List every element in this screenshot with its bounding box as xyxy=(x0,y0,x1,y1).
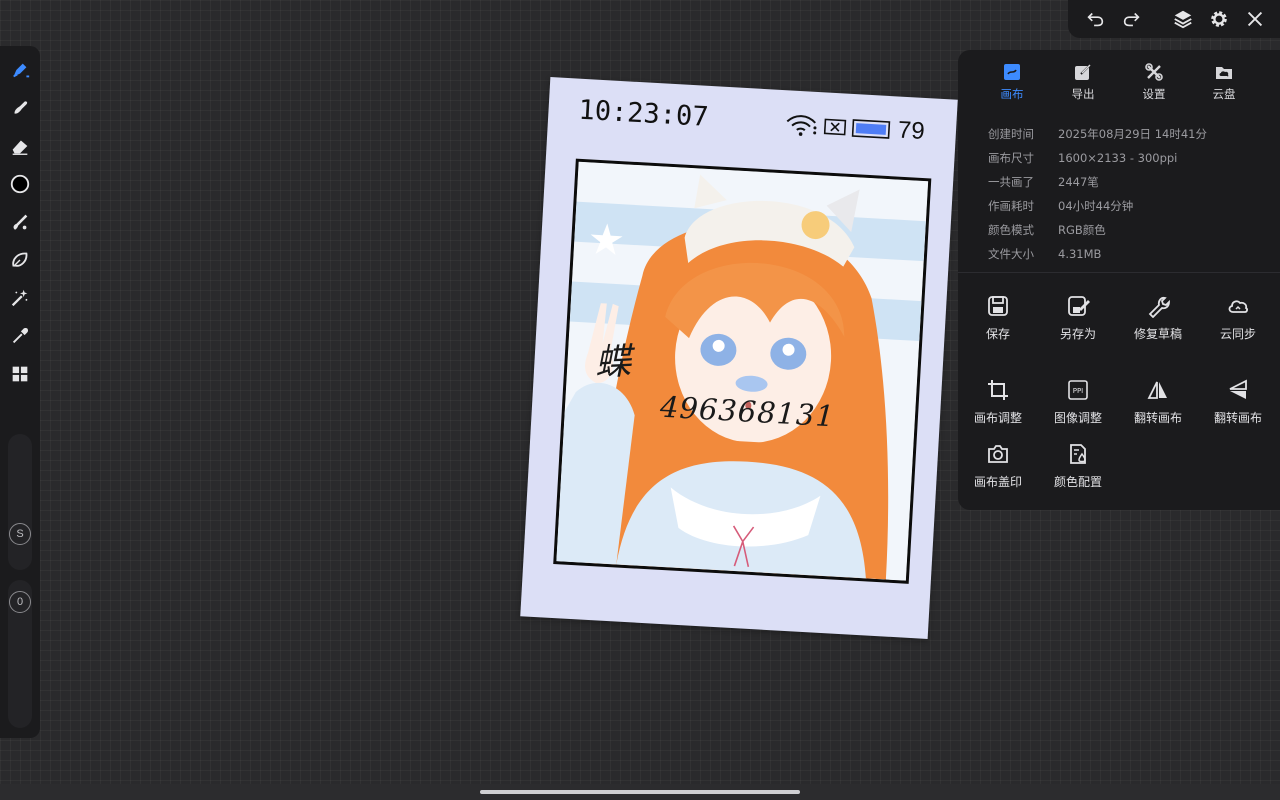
settings-gear-icon[interactable] xyxy=(1204,4,1234,34)
repair-draft-label: 修复草稿 xyxy=(1133,327,1182,341)
battery-icon xyxy=(851,119,891,139)
drawing-canvas[interactable]: 10:23:07 79 蝶 496368131 xyxy=(520,77,958,639)
grid-menu-icon[interactable] xyxy=(4,358,36,390)
ppi-icon: PPI xyxy=(1068,380,1088,400)
info-value: 1600×2133 - 300ppi xyxy=(1058,151,1178,165)
save-as-label: 另存为 xyxy=(1059,327,1096,341)
info-row-strokes: 一共画了 2447笔 xyxy=(988,170,1268,194)
flip-canvas-vertical-label: 翻转画布 xyxy=(1213,411,1262,425)
crop-icon xyxy=(988,380,1008,400)
save-label: 保存 xyxy=(985,327,1010,341)
flip-horizontal-icon xyxy=(1147,381,1167,399)
tab-settings[interactable]: 设置 xyxy=(1126,62,1182,108)
cloud-sync-label: 云同步 xyxy=(1219,327,1256,341)
magic-wand-icon[interactable] xyxy=(4,282,36,314)
wifi-icon xyxy=(786,115,817,136)
smudge-icon[interactable] xyxy=(4,92,36,124)
info-value: 2447笔 xyxy=(1058,175,1099,189)
canvas-icon xyxy=(1004,64,1020,80)
color-circle-icon[interactable] xyxy=(4,168,36,200)
brush-size-slider[interactable] xyxy=(8,434,32,570)
tab-export[interactable]: 导出 xyxy=(1055,62,1111,108)
info-key: 颜色模式 xyxy=(988,223,1034,237)
tools-icon xyxy=(1145,63,1163,81)
brush-pen-icon[interactable] xyxy=(4,54,36,86)
save-as-button[interactable]: 另存为 xyxy=(1038,294,1118,350)
tab-cloud-drive-label: 云盘 xyxy=(1212,87,1236,101)
no-sim-icon xyxy=(823,118,847,136)
info-row-color-mode: 颜色模式 RGB颜色 xyxy=(988,218,1268,242)
info-key: 画布尺寸 xyxy=(988,151,1034,165)
info-key: 作画耗时 xyxy=(988,199,1034,213)
battery-percent: 79 xyxy=(897,116,926,145)
flip-canvas-vertical-button[interactable]: 翻转画布 xyxy=(1198,378,1278,434)
cloud-folder-icon xyxy=(1216,67,1232,79)
undo-icon[interactable] xyxy=(1080,4,1110,34)
repair-wrench-icon xyxy=(1148,296,1170,318)
card-time-text: 10:23:07 xyxy=(577,94,710,133)
save-button[interactable]: 保存 xyxy=(958,294,1038,350)
flip-canvas-horizontal-label: 翻转画布 xyxy=(1133,411,1182,425)
cloud-sync-icon xyxy=(1228,300,1248,313)
canvas-info-panel: 画布 导出 设置 云盘 创建时间 2025年08月29日 14时41分 画布尺寸 1… xyxy=(958,50,1280,510)
eyedropper-icon[interactable] xyxy=(4,320,36,352)
layers-icon[interactable] xyxy=(1168,4,1198,34)
info-key: 一共画了 xyxy=(988,175,1034,189)
flip-vertical-icon xyxy=(1229,379,1247,399)
export-icon xyxy=(1075,64,1091,80)
redo-icon[interactable] xyxy=(1117,4,1147,34)
tab-settings-label: 设置 xyxy=(1142,87,1166,101)
canvas-stamp-button[interactable]: 画布盖印 xyxy=(958,442,1038,498)
lasso-icon[interactable] xyxy=(4,244,36,276)
canvas-info-list: 创建时间 2025年08月29日 14时41分 画布尺寸 1600×2133 - 3… xyxy=(988,122,1268,266)
info-value: 4.31MB xyxy=(1058,247,1102,261)
info-value: 2025年08月29日 14时41分 xyxy=(1058,127,1207,141)
tab-cloud-drive[interactable]: 云盘 xyxy=(1196,62,1252,108)
info-key: 文件大小 xyxy=(988,247,1034,261)
tab-canvas[interactable]: 画布 xyxy=(984,62,1040,108)
save-as-icon xyxy=(1068,296,1090,316)
color-profile-label: 颜色配置 xyxy=(1053,475,1102,489)
left-toolbar: S 0 xyxy=(0,46,40,738)
canvas-adjust-button[interactable]: 画布调整 xyxy=(958,378,1038,434)
info-row-created: 创建时间 2025年08月29日 14时41分 xyxy=(988,122,1268,146)
camera-stamp-icon xyxy=(988,445,1008,463)
cloud-sync-button[interactable]: 云同步 xyxy=(1198,294,1278,350)
repair-draft-button[interactable]: 修复草稿 xyxy=(1118,294,1198,350)
handwritten-name: 蝶 xyxy=(593,341,632,384)
fill-brush-icon[interactable] xyxy=(4,206,36,238)
info-row-size: 画布尺寸 1600×2133 - 300ppi xyxy=(988,146,1268,170)
color-profile-icon xyxy=(1070,444,1086,464)
image-adjust-label: 图像调整 xyxy=(1053,411,1102,425)
card-status-icons: 79 xyxy=(783,110,925,146)
info-row-file-size: 文件大小 4.31MB xyxy=(988,242,1268,266)
save-icon xyxy=(988,296,1008,316)
info-key: 创建时间 xyxy=(988,127,1034,141)
tab-canvas-label: 画布 xyxy=(1000,87,1024,101)
color-profile-button[interactable]: 颜色配置 xyxy=(1038,442,1118,498)
image-adjust-button[interactable]: PPI 图像调整 xyxy=(1038,378,1118,434)
opacity-label: 0 xyxy=(9,591,31,613)
tab-export-label: 导出 xyxy=(1071,87,1095,101)
top-bar xyxy=(1068,0,1280,38)
panel-divider xyxy=(958,272,1280,273)
info-row-duration: 作画耗时 04小时44分钟 xyxy=(988,194,1268,218)
panel-tabs: 画布 导出 设置 云盘 xyxy=(958,62,1280,108)
info-value: RGB颜色 xyxy=(1058,223,1106,237)
flip-canvas-horizontal-button[interactable]: 翻转画布 xyxy=(1118,378,1198,434)
eraser-icon[interactable] xyxy=(4,130,36,162)
info-value: 04小时44分钟 xyxy=(1058,199,1134,213)
canvas-stamp-label: 画布盖印 xyxy=(973,475,1022,489)
brush-size-label: S xyxy=(9,523,31,545)
home-indicator[interactable] xyxy=(480,790,800,794)
close-icon[interactable] xyxy=(1240,4,1270,34)
ppi-icon-text: PPI xyxy=(1073,387,1084,395)
canvas-adjust-label: 画布调整 xyxy=(973,411,1022,425)
